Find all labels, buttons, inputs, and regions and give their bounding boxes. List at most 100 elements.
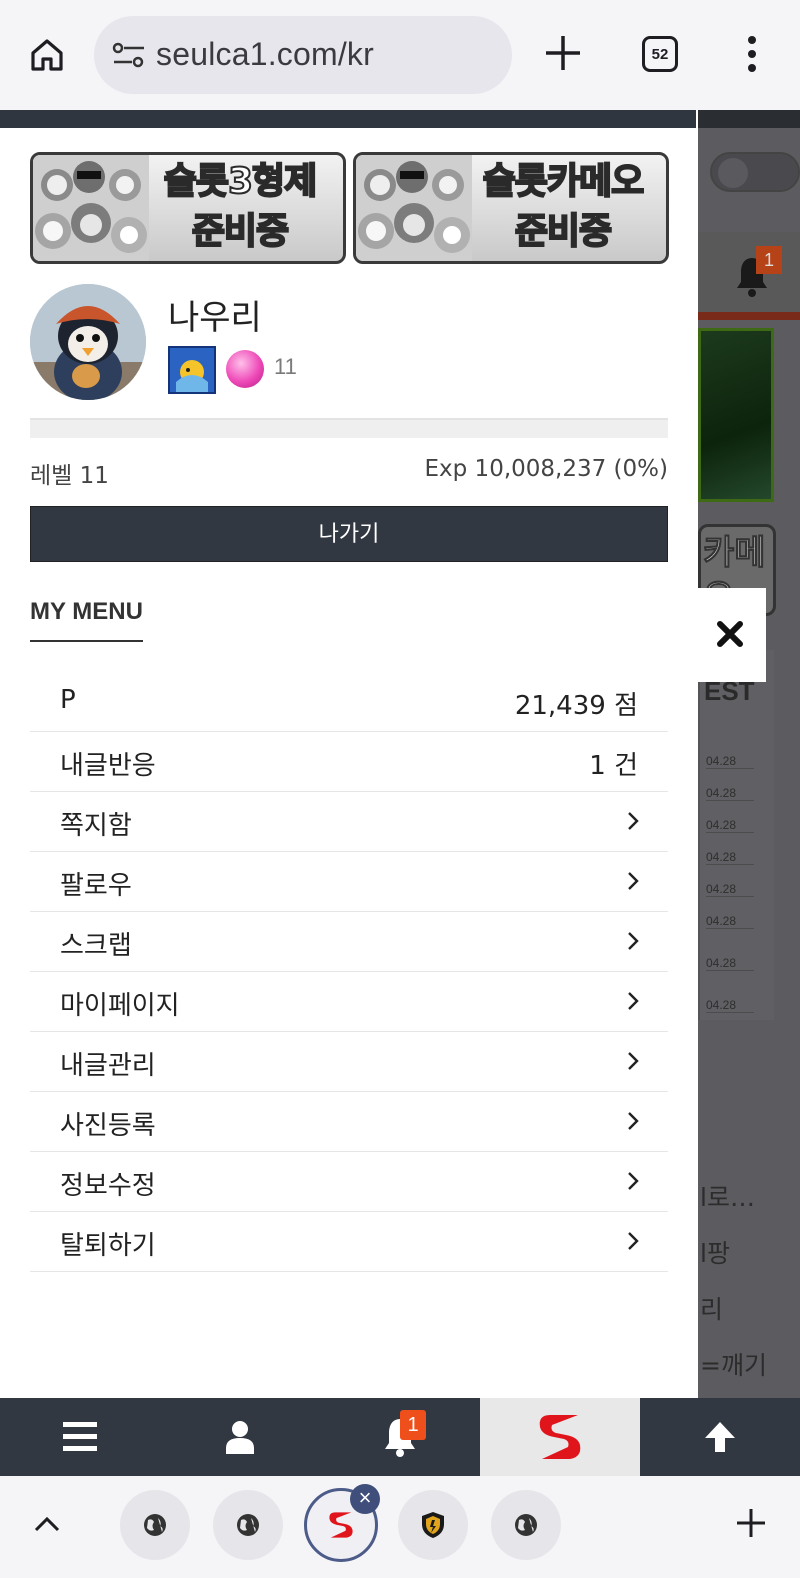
background-theme-toggle	[710, 152, 800, 192]
close-tab-icon[interactable]: ×	[350, 1484, 380, 1514]
background-date: 04.28	[706, 850, 754, 865]
menu-item-follow[interactable]: 팔로우	[30, 852, 668, 912]
background-date: 04.28	[706, 786, 754, 801]
site-logo-icon	[329, 1512, 353, 1538]
menu-item-label: 스크랩	[60, 931, 132, 961]
logout-button[interactable]: 나가기	[30, 506, 668, 562]
menu-item-label: 내글반응	[60, 751, 156, 781]
menu-item-my-posts[interactable]: 내글관리	[30, 1032, 668, 1092]
banner-line-1: 슬롯카메오	[482, 160, 646, 203]
chevron-right-icon	[628, 1172, 639, 1190]
avatar[interactable]	[30, 284, 146, 400]
menu-item-label: 쪽지함	[60, 811, 132, 841]
menu-item-label: 팔로우	[60, 871, 132, 901]
browser-tab-strip: ×	[0, 1476, 800, 1578]
drawer-top-strip	[0, 110, 696, 128]
nav-site-logo-button[interactable]	[480, 1398, 640, 1476]
notification-count-badge: 1	[400, 1410, 426, 1440]
member-badge-icon	[168, 346, 216, 394]
bottom-navigation: 1	[0, 1398, 800, 1476]
background-date: 04.28	[706, 882, 754, 897]
nickname: 나우리	[168, 298, 262, 338]
background-page: 1 카메오 준비 EST 04.28 04.28 04.28 04.28 04.…	[698, 110, 800, 1408]
level-orb-icon	[226, 350, 264, 388]
menu-item-label: 내글관리	[60, 1051, 156, 1081]
banner-line-1: 슬롯3형제	[163, 160, 319, 203]
hamburger-icon	[63, 1422, 97, 1451]
background-top-strip	[698, 110, 800, 128]
chevron-right-icon	[628, 1232, 639, 1250]
site-settings-icon[interactable]	[112, 40, 146, 70]
chevron-right-icon	[628, 812, 639, 830]
background-banner	[698, 328, 774, 502]
tab-switcher-button[interactable]: 52	[642, 36, 678, 72]
background-date: 04.28	[706, 818, 754, 833]
nav-menu-button[interactable]	[0, 1398, 160, 1476]
url-text[interactable]: seulca1.com/kr	[156, 36, 374, 73]
exp-progress-bar	[30, 418, 668, 438]
menu-item-value: 1 건	[589, 751, 638, 781]
site-logo-icon	[539, 1415, 581, 1459]
chevron-right-icon	[628, 1052, 639, 1070]
slot-cameo-banner[interactable]: 슬롯카메오 준비중	[353, 152, 669, 264]
chevron-right-icon	[628, 1112, 639, 1130]
banner-text: 슬롯카메오 준비중	[468, 157, 658, 257]
background-text: l팡	[700, 1239, 730, 1268]
chevron-right-icon	[628, 872, 639, 890]
more-options-icon[interactable]	[740, 34, 764, 74]
browser-tab[interactable]	[491, 1490, 561, 1560]
menu-item-label: 정보수정	[60, 1171, 156, 1201]
background-header: 1	[698, 232, 800, 320]
level-number: 11	[274, 354, 297, 379]
slot-brothers-banner[interactable]: 슬롯3형제 준비중	[30, 152, 346, 264]
nav-profile-button[interactable]	[160, 1398, 320, 1476]
close-icon	[717, 621, 743, 647]
background-bell-badge: 1	[756, 246, 782, 274]
add-tab-icon[interactable]	[734, 1506, 768, 1540]
menu-item-photo-upload[interactable]: 사진등록	[30, 1092, 668, 1152]
menu-item-mypage[interactable]: 마이페이지	[30, 972, 668, 1032]
menu-item-withdraw[interactable]: 탈퇴하기	[30, 1212, 668, 1272]
globe-icon	[515, 1514, 537, 1536]
shield-icon	[422, 1512, 444, 1538]
globe-icon	[144, 1514, 166, 1536]
banner-text: 슬롯3형제 준비중	[145, 157, 335, 257]
address-bar[interactable]: seulca1.com/kr	[94, 16, 512, 94]
chevron-up-icon[interactable]	[32, 1512, 62, 1536]
my-menu-drawer: 슬롯3형제 준비중 슬롯카메오 준비중 나우리 11 레벨 11 Exp 10,…	[0, 110, 698, 1408]
background-text: 리	[700, 1295, 724, 1324]
background-date: 04.28	[706, 956, 754, 971]
exp-label: Exp 10,008,237 (0%)	[424, 456, 669, 482]
chevron-right-icon	[628, 932, 639, 950]
browser-toolbar: seulca1.com/kr 52	[0, 0, 800, 110]
user-icon	[226, 1421, 254, 1454]
close-drawer-button[interactable]	[698, 588, 766, 682]
nav-scroll-top-button[interactable]	[640, 1398, 800, 1476]
browser-tab[interactable]	[398, 1490, 468, 1560]
banner-line-2: 준비중	[514, 210, 613, 253]
my-menu-list: P 21,439 점 내글반응 1 건 쪽지함 팔로우 스크랩 마이페이지 내글…	[30, 672, 668, 1272]
background-text: l로…	[700, 1183, 755, 1212]
browser-tab[interactable]	[120, 1490, 190, 1560]
menu-item-messages[interactable]: 쪽지함	[30, 792, 668, 852]
arrow-up-icon	[705, 1422, 735, 1452]
browser-tab[interactable]	[213, 1490, 283, 1560]
my-menu-title: MY MENU	[30, 598, 143, 642]
menu-item-points[interactable]: P 21,439 점	[30, 672, 668, 732]
menu-item-edit-info[interactable]: 정보수정	[30, 1152, 668, 1212]
menu-item-reactions[interactable]: 내글반응 1 건	[30, 732, 668, 792]
penguin-avatar-icon	[30, 284, 146, 400]
cartoon-characters-icon	[33, 155, 149, 261]
menu-item-scrap[interactable]: 스크랩	[30, 912, 668, 972]
menu-item-label: 마이페이지	[60, 991, 180, 1021]
new-tab-icon[interactable]	[540, 30, 586, 76]
banner-line-2: 준비중	[191, 210, 290, 253]
level-label: 레벨 11	[30, 463, 109, 489]
background-date: 04.28	[706, 998, 754, 1013]
menu-item-value: 21,439 점	[514, 691, 638, 721]
background-text: =깨기	[700, 1351, 767, 1380]
background-date: 04.28	[706, 754, 754, 769]
home-icon[interactable]	[22, 30, 72, 80]
background-best-card: EST 04.28 04.28 04.28 04.28 04.28 04.28 …	[698, 650, 774, 1020]
screen: seulca1.com/kr 52 1 카메오 준비 EST 04.28 04.…	[0, 0, 800, 1578]
